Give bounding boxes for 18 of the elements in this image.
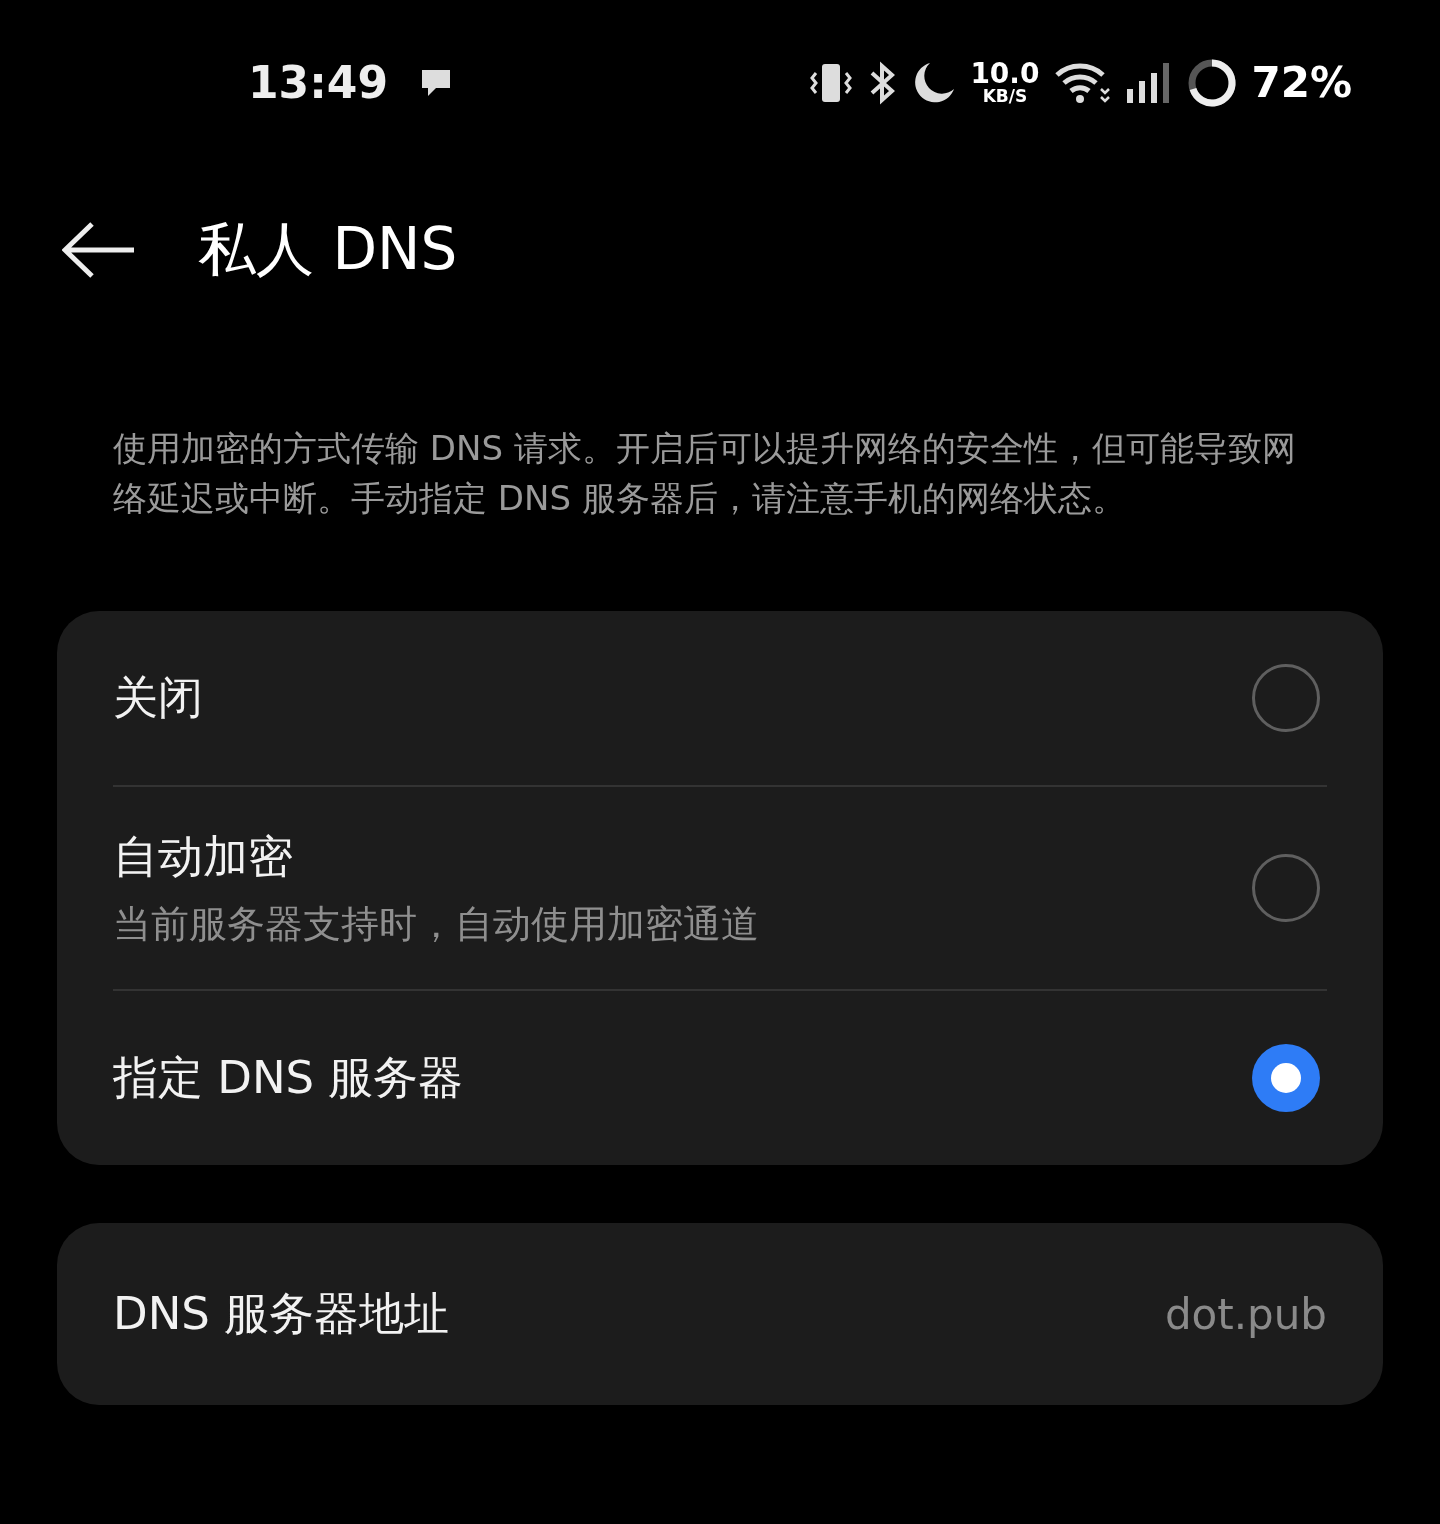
server-card[interactable]: DNS 服务器地址 dot.pub	[57, 1223, 1383, 1405]
option-label[interactable]: 关闭	[113, 668, 203, 728]
server-label: DNS 服务器地址	[113, 1286, 450, 1342]
status-time: 13:49	[248, 57, 389, 108]
option-label[interactable]: 自动加密	[113, 826, 759, 887]
network-speed: 10.0	[970, 60, 1040, 88]
option-subtitle: 当前服务器支持时，自动使用加密通道	[113, 900, 759, 948]
option-label[interactable]: 指定 DNS 服务器	[113, 1048, 464, 1108]
page-title: 私人 DNS	[198, 214, 458, 285]
back-arrow-icon[interactable]	[62, 220, 136, 280]
battery-percent: 72%	[1251, 58, 1352, 107]
network-speed-unit: KB/S	[982, 88, 1028, 105]
server-value: dot.pub	[1164, 1289, 1327, 1339]
radio-button[interactable]	[1252, 664, 1320, 732]
radio-button[interactable]	[1252, 854, 1320, 922]
description-text: 使用加密的方式传输 DNS 请求。开启后可以提升网络的安全性，但可能导致网络延迟或中断。手动指定 DNS 服务器后，请注意手机的网络状态。	[113, 427, 1297, 520]
moon-icon	[912, 60, 957, 105]
battery-ring-icon	[1187, 57, 1238, 108]
